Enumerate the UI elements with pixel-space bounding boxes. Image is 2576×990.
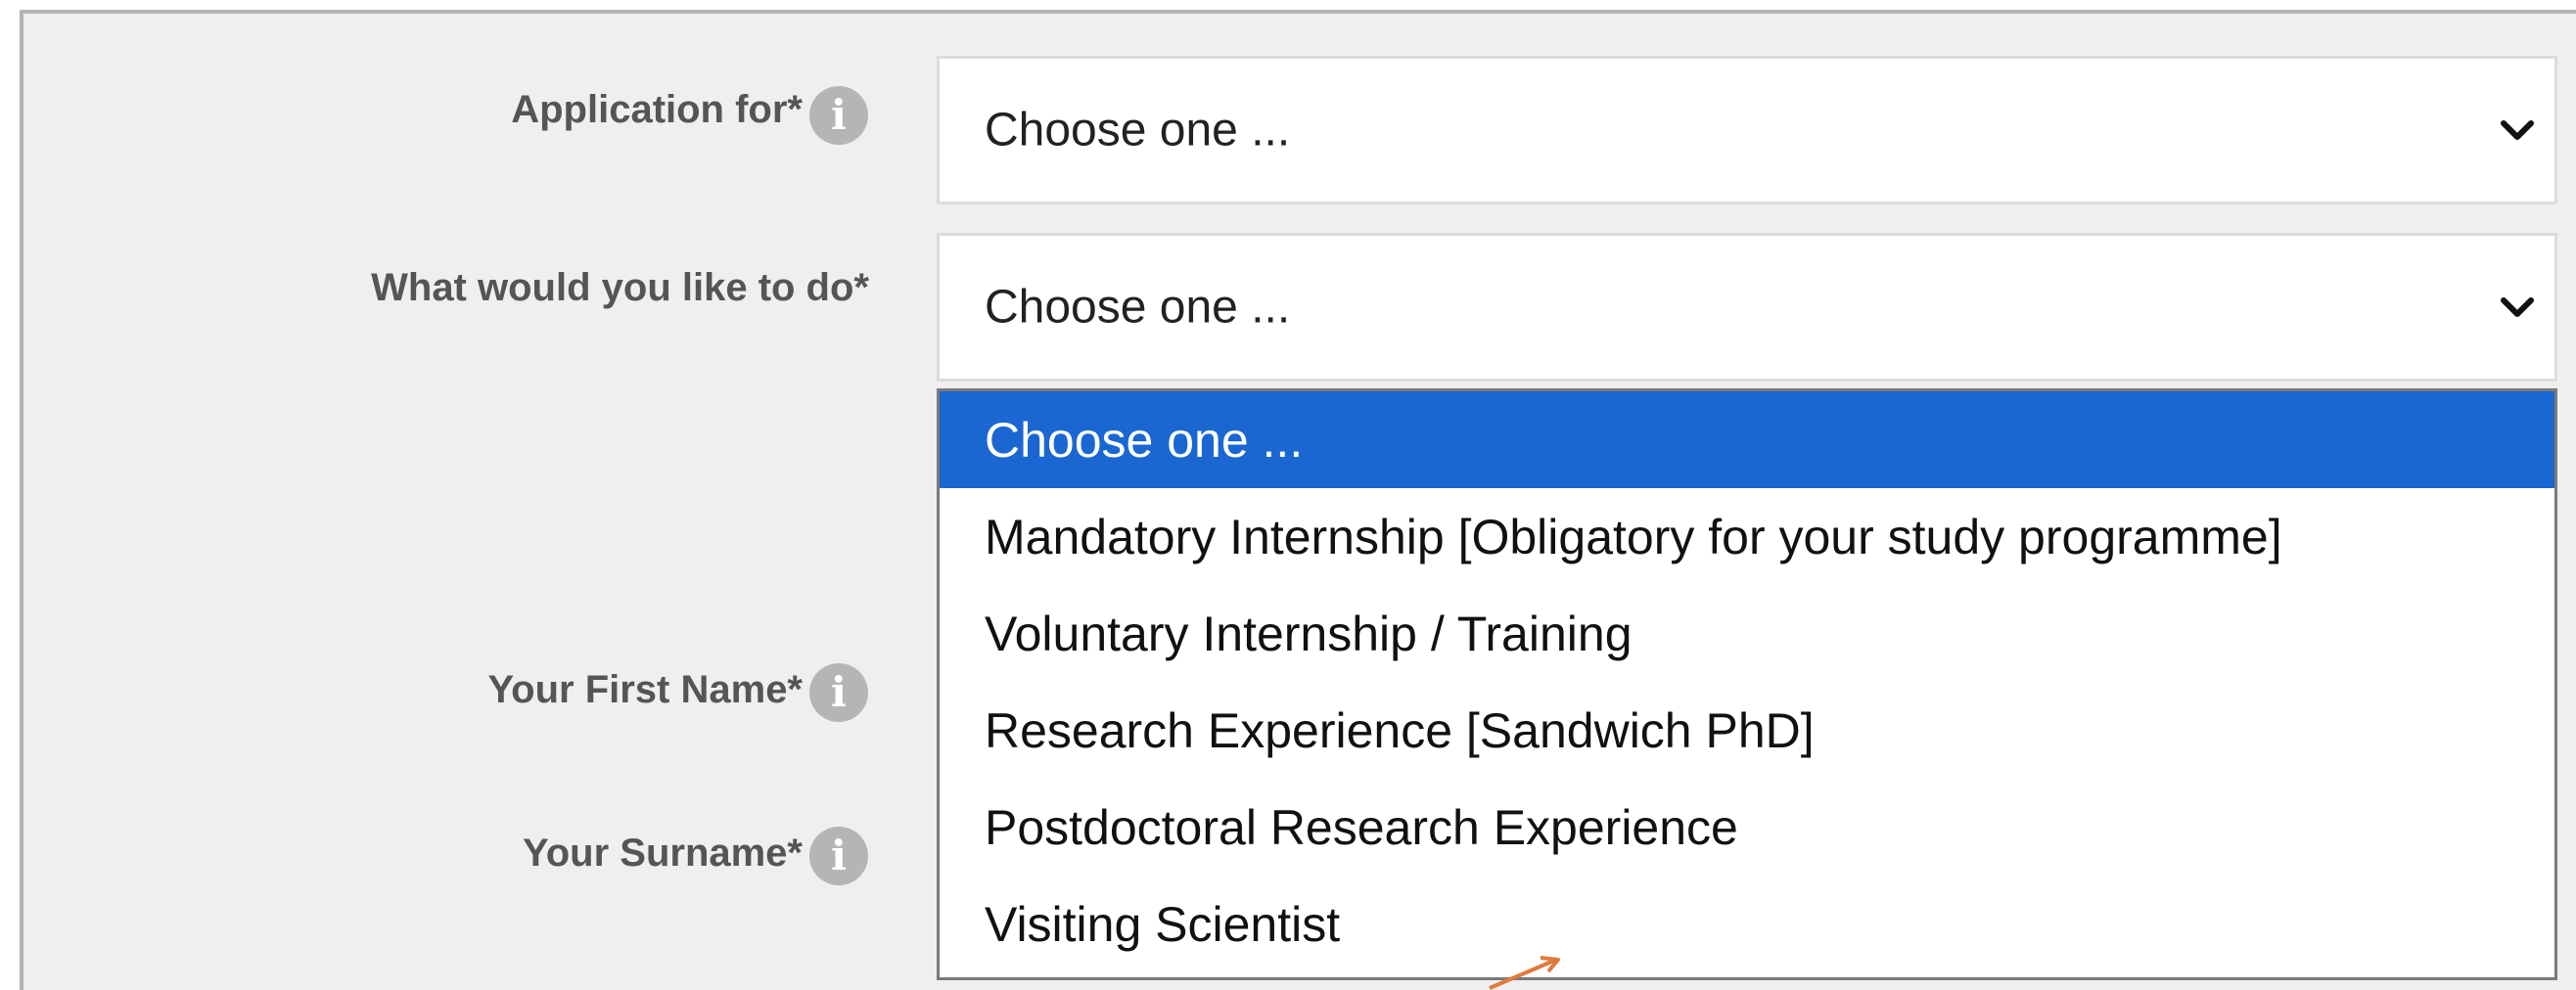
dropdown-option[interactable]: Postdoctoral Research Experience — [940, 779, 2554, 876]
first-name-label: Your First Name* — [487, 667, 803, 711]
dropdown-option[interactable]: Visiting Scientist — [940, 876, 2554, 972]
info-icon[interactable]: i — [809, 827, 868, 885]
info-icon[interactable]: i — [809, 663, 868, 722]
what-to-do-label: What would you like to do* — [371, 265, 869, 309]
chevron-down-icon — [2501, 297, 2534, 317]
dropdown-option[interactable]: Mandatory Internship [Obligatory for you… — [940, 488, 2554, 585]
what-to-do-label-group: What would you like to do* — [371, 264, 869, 310]
what-to-do-select[interactable]: Choose one ... — [937, 233, 2557, 382]
what-to-do-dropdown-list: Choose one ... Mandatory Internship [Obl… — [937, 388, 2557, 980]
dropdown-option[interactable]: Choose one ... — [940, 391, 2554, 488]
application-for-label: Application for* — [511, 87, 803, 131]
first-name-label-group: Your First Name* — [487, 666, 803, 712]
dropdown-option[interactable]: Research Experience [Sandwich PhD] — [940, 682, 2554, 779]
application-for-value: Choose one ... — [985, 104, 1291, 157]
annotation-arrow-icon — [1489, 956, 1560, 990]
info-icon[interactable]: i — [809, 86, 868, 145]
application-for-label-group: Application for* — [511, 86, 803, 132]
what-to-do-value: Choose one ... — [985, 281, 1291, 334]
surname-label-group: Your Surname* — [523, 830, 803, 876]
dropdown-option[interactable]: Voluntary Internship / Training — [940, 585, 2554, 682]
application-for-select[interactable]: Choose one ... — [937, 56, 2557, 204]
chevron-down-icon — [2501, 120, 2534, 140]
surname-label: Your Surname* — [523, 831, 803, 875]
